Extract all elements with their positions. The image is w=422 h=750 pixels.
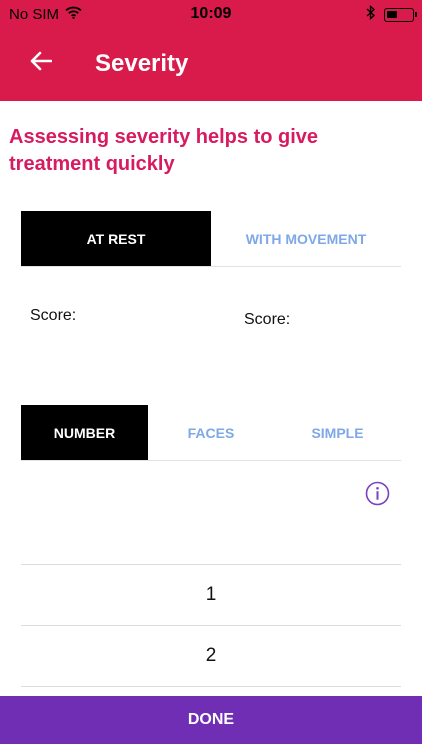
list-divider	[21, 686, 401, 696]
score-label-rest: Score:	[30, 307, 77, 324]
tab-simple[interactable]: SIMPLE	[274, 405, 401, 460]
app-header: No SIM 10:09 Severity	[0, 0, 422, 101]
page-title: Severity	[95, 50, 189, 77]
status-bar: No SIM 10:09	[0, 0, 422, 28]
condition-tabs: AT REST WITH MOVEMENT	[21, 211, 401, 267]
severity-headline: Assessing severity helps to give treatme…	[9, 126, 319, 175]
scale-tabs: NUMBER FACES SIMPLE	[21, 405, 401, 461]
status-time: 10:09	[190, 5, 232, 22]
arrow-left-icon	[30, 51, 53, 76]
bluetooth-icon	[366, 4, 376, 24]
list-item[interactable]: 1	[21, 564, 401, 625]
battery-icon	[384, 7, 417, 22]
score-label-movement: Score:	[244, 311, 291, 328]
tab-at-rest[interactable]: AT REST	[21, 211, 211, 266]
toolbar: Severity	[0, 28, 422, 101]
tab-with-movement[interactable]: WITH MOVEMENT	[211, 211, 401, 266]
info-button[interactable]	[365, 481, 390, 506]
tab-number[interactable]: NUMBER	[21, 405, 148, 460]
number-list: 1 2	[21, 564, 401, 696]
done-button[interactable]: DONE	[0, 696, 422, 744]
info-icon	[365, 481, 390, 510]
status-right-group	[366, 4, 417, 24]
back-button[interactable]	[24, 46, 58, 80]
list-item[interactable]: 2	[21, 625, 401, 686]
tab-faces[interactable]: FACES	[148, 405, 274, 460]
